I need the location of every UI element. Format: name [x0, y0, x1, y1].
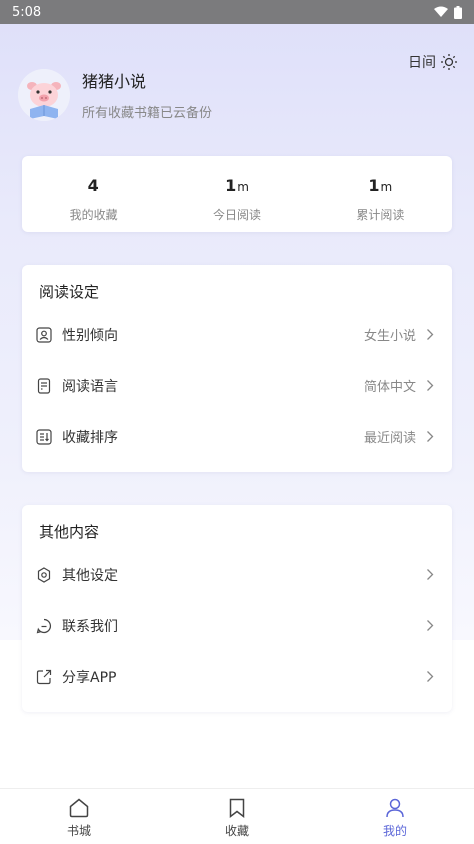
share-icon	[36, 669, 52, 685]
profile-header[interactable]: 猪猪小说 所有收藏书籍已云备份	[18, 68, 212, 121]
stat-value: 1	[225, 176, 237, 195]
battery-icon	[454, 5, 462, 19]
stat-unit: m	[237, 180, 249, 194]
tab-bookstore[interactable]: 书城	[0, 789, 158, 844]
row-label: 分享APP	[62, 669, 117, 686]
stat-label: 我的收藏	[69, 208, 118, 222]
row-label: 性别倾向	[62, 327, 118, 344]
stat-value: 1	[368, 176, 380, 195]
profile-subtitle: 所有收藏书籍已云备份	[82, 106, 213, 121]
mode-label: 日间	[408, 55, 436, 71]
user-portrait-icon	[36, 326, 52, 343]
row-label: 阅读语言	[62, 378, 118, 395]
section-title: 其他内容	[39, 523, 100, 541]
stats-card: 4 我的收藏 1m 今日阅读 1m 累计阅读	[22, 156, 452, 232]
row-label: 收藏排序	[62, 429, 118, 446]
row-label: 其他设定	[62, 567, 118, 584]
chevron-right-icon	[426, 328, 436, 342]
row-value: 女生小说	[363, 329, 416, 344]
avatar[interactable]	[18, 68, 70, 121]
setting-reading-language[interactable]: 阅读语言 简体中文	[22, 360, 452, 411]
day-night-toggle[interactable]: 日间	[408, 52, 458, 72]
status-time: 5:08	[12, 4, 42, 20]
row-value: 最近阅读	[363, 431, 416, 446]
chevron-right-icon	[426, 619, 436, 633]
profile-name: 猪猪小说	[82, 72, 147, 91]
other-settings-row[interactable]: 其他设定	[22, 549, 452, 600]
stat-label: 今日阅读	[212, 208, 261, 222]
section-title: 阅读设定	[39, 283, 100, 301]
other-content-card: 其他内容 其他设定 联系我们 分享APP	[22, 505, 452, 712]
tab-label: 书城	[66, 824, 91, 838]
setting-favorites-sort[interactable]: 收藏排序 最近阅读	[22, 411, 452, 462]
gear-icon	[36, 566, 52, 583]
chevron-right-icon	[426, 670, 436, 684]
sun-icon	[441, 54, 457, 70]
home-icon	[69, 798, 89, 818]
status-icons	[434, 5, 462, 19]
contact-us-row[interactable]: 联系我们	[22, 600, 452, 651]
tab-label: 我的	[382, 824, 407, 838]
reading-settings-card: 阅读设定 性别倾向 女生小说 阅读语言 简体中文 收藏排序 最近阅读	[22, 265, 452, 472]
tab-mine[interactable]: 我的	[316, 789, 474, 844]
status-bar: 5:08	[0, 0, 474, 24]
share-app-row[interactable]: 分享APP	[22, 651, 452, 702]
chat-bubble-icon	[36, 618, 52, 634]
chevron-right-icon	[426, 379, 436, 393]
stat-today-reading[interactable]: 1m 今日阅读	[165, 156, 308, 232]
stat-value: 4	[87, 176, 99, 195]
setting-gender-preference[interactable]: 性别倾向 女生小说	[22, 309, 452, 360]
document-icon	[36, 377, 52, 394]
row-value: 简体中文	[363, 380, 416, 395]
stat-favorites[interactable]: 4 我的收藏	[22, 156, 165, 232]
wifi-icon	[434, 6, 448, 17]
person-icon	[386, 798, 404, 818]
chevron-right-icon	[426, 568, 436, 582]
sort-list-icon	[36, 428, 52, 445]
pig-reading-avatar	[18, 68, 70, 121]
bookmark-icon	[229, 798, 245, 819]
stat-label: 累计阅读	[356, 208, 405, 222]
tab-label: 收藏	[224, 824, 249, 838]
stat-total-reading[interactable]: 1m 累计阅读	[309, 156, 452, 232]
bottom-tab-bar: 书城 收藏 我的	[0, 788, 474, 844]
row-label: 联系我们	[62, 618, 118, 635]
chevron-right-icon	[426, 430, 436, 444]
stat-unit: m	[380, 180, 393, 194]
tab-favorites[interactable]: 收藏	[158, 789, 316, 844]
